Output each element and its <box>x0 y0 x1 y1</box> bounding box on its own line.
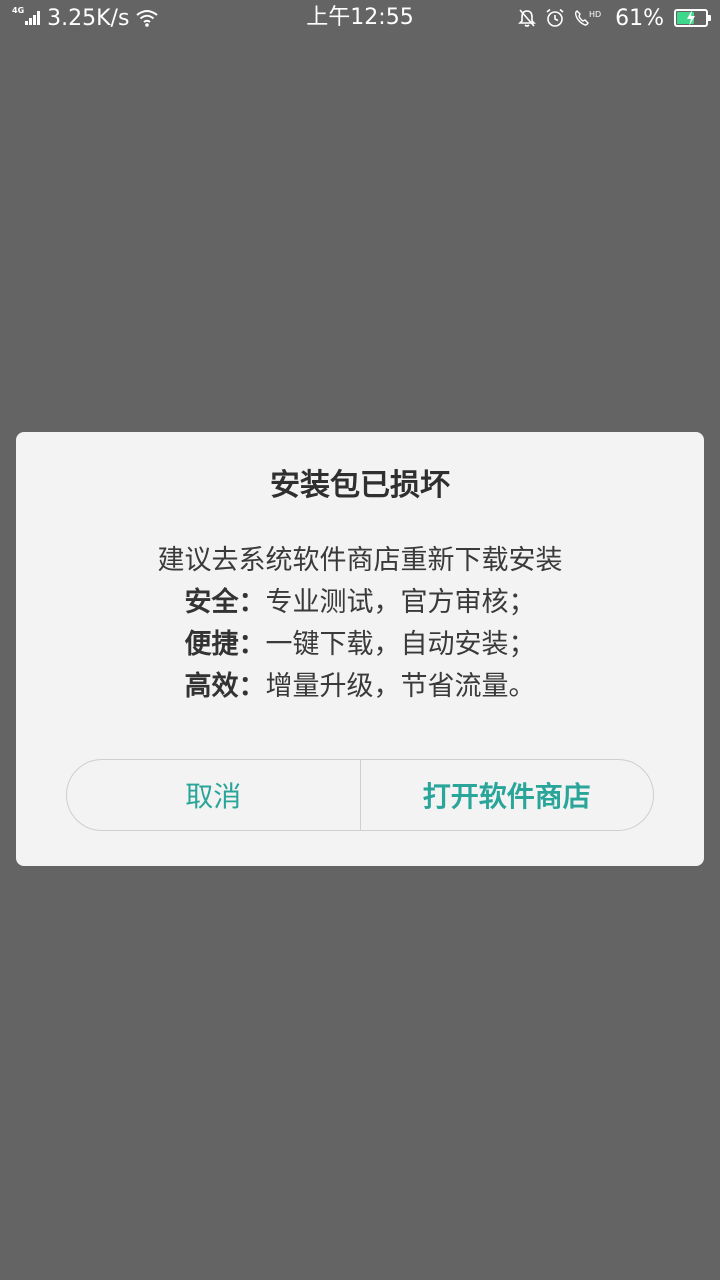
dialog-button-group: 取消 打开软件商店 <box>66 759 654 831</box>
dialog-title: 安装包已损坏 <box>270 468 450 503</box>
feature-line: 便捷：一键下载，自动安装； <box>0 624 720 666</box>
open-app-store-button[interactable]: 打开软件商店 <box>361 760 654 830</box>
hd-call-icon: HD <box>575 10 601 26</box>
cancel-button[interactable]: 取消 <box>67 760 361 830</box>
feature-label: 高效： <box>184 671 266 702</box>
feature-label: 便捷： <box>184 629 266 660</box>
feature-text: 增量升级，节省流量。 <box>265 671 536 702</box>
feature-text: 专业测试，官方审核； <box>265 587 536 618</box>
battery-icon <box>674 9 711 27</box>
svg-text:HD: HD <box>589 10 601 19</box>
status-bar-right: HD 61% <box>509 4 711 32</box>
battery-percent: 61% <box>615 5 664 31</box>
feature-line: 安全：专业测试，官方审核； <box>0 582 720 624</box>
feature-text: 一键下载，自动安装； <box>265 629 536 660</box>
dialog-message: 建议去系统软件商店重新下载安装 <box>157 545 563 576</box>
status-bar: 4G 3.25K/s 上午12:55 HD 61% <box>0 0 720 36</box>
dialog-body: 建议去系统软件商店重新下载安装 安全：专业测试，官方审核； 便捷：一键下载，自动… <box>0 540 720 708</box>
feature-label: 安全： <box>184 587 266 618</box>
feature-line: 高效：增量升级，节省流量。 <box>0 666 720 708</box>
mute-icon <box>518 9 537 27</box>
charging-bolt-icon <box>687 10 695 26</box>
alarm-icon <box>546 8 564 27</box>
